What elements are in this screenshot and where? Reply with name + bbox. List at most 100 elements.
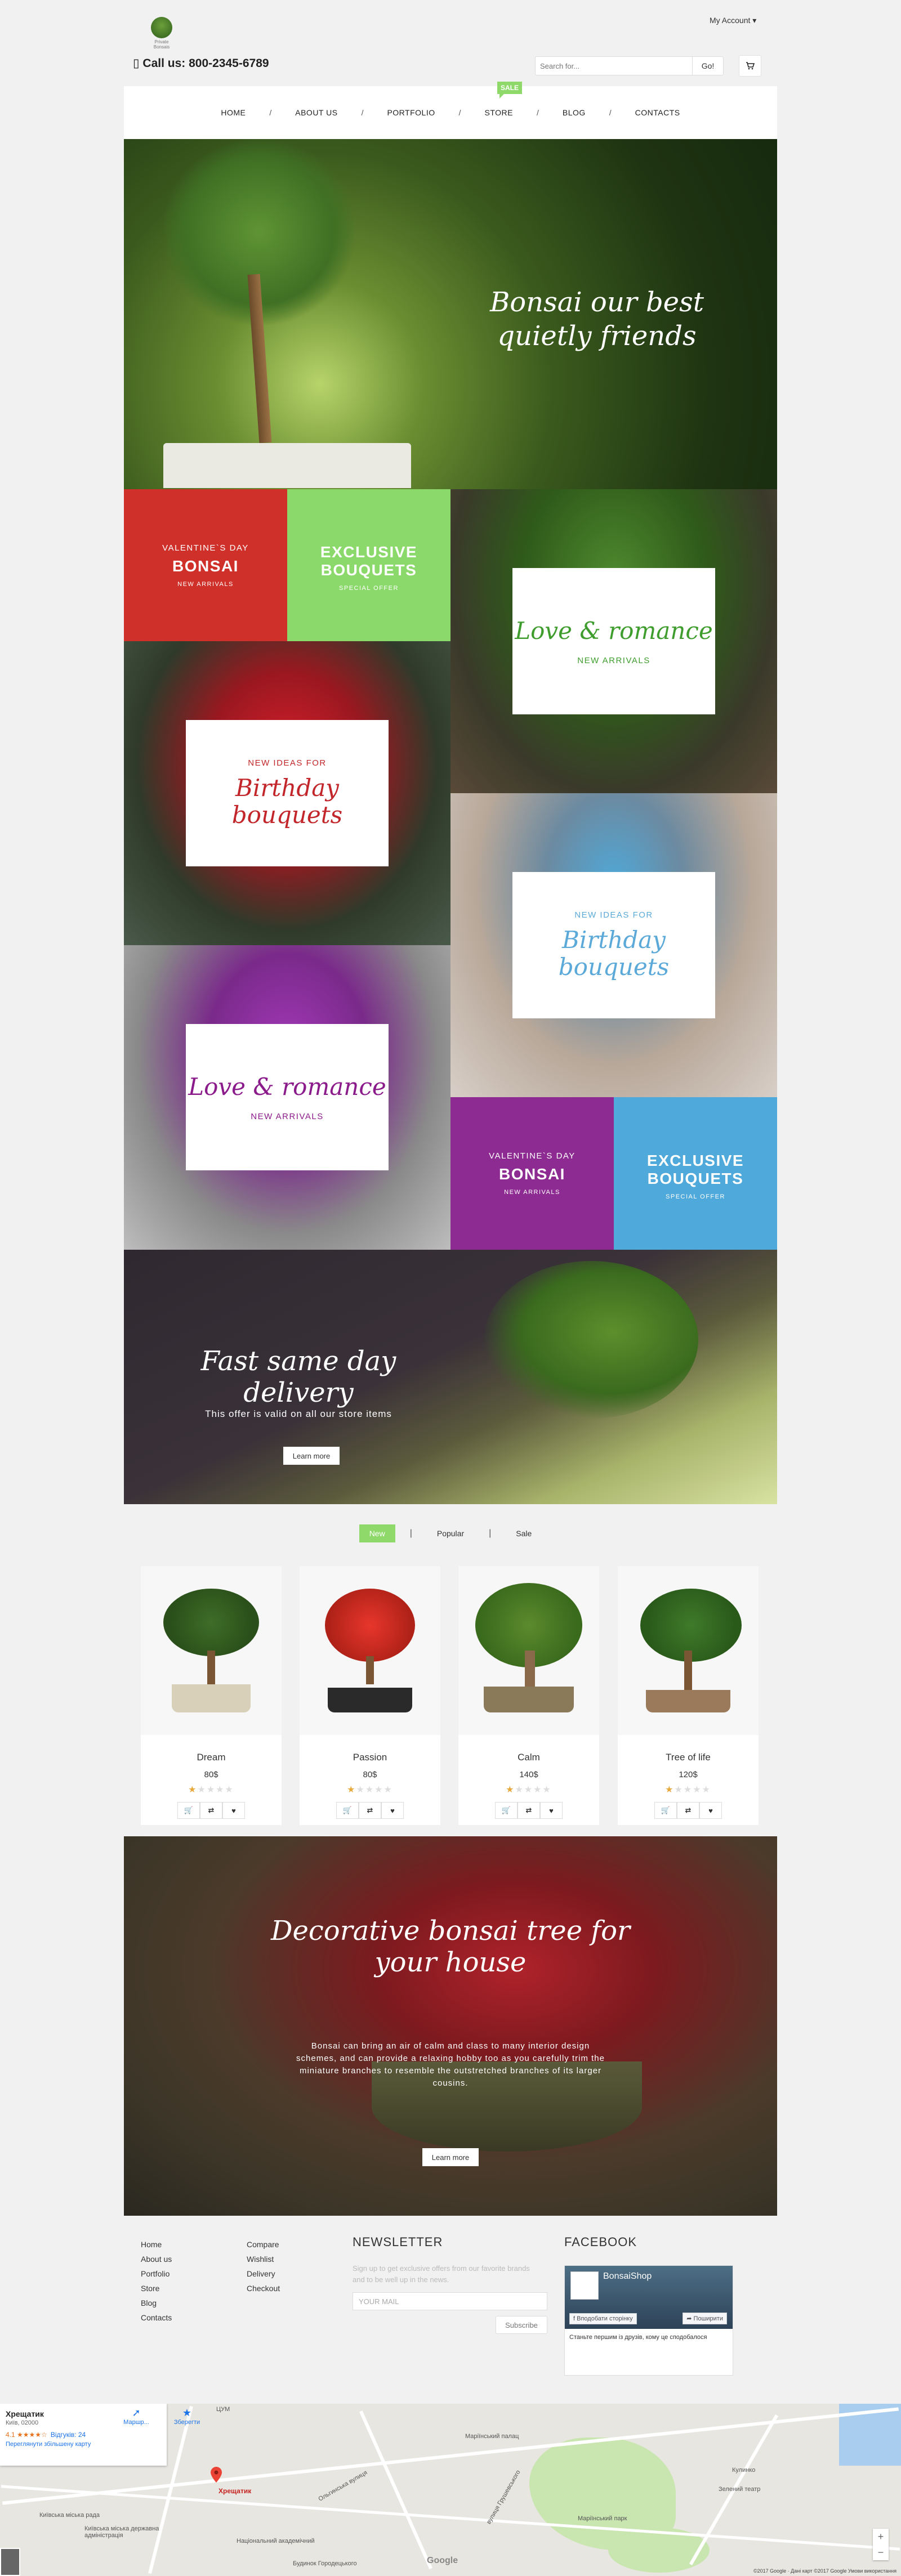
cart-icon: 🛒: [184, 1806, 194, 1814]
tab-sale[interactable]: Sale: [506, 1524, 542, 1542]
map-label: Національний академічний: [237, 2538, 315, 2544]
newsletter-text: Sign up to get exclusive offers from our…: [353, 2264, 530, 2284]
star-icon: ★: [347, 1785, 356, 1795]
wishlist-button[interactable]: ♥: [699, 1802, 722, 1819]
product-name[interactable]: Calm: [458, 1752, 599, 1763]
zoom-out-button[interactable]: −: [873, 2544, 889, 2560]
share-icon: ➦: [686, 2315, 692, 2322]
save-place-button[interactable]: ★ Зберегти: [170, 2407, 204, 2426]
product-card[interactable]: Passion 80$ ★★★★★ 🛒 ⇄ ♥: [300, 1566, 440, 1825]
map-attribution[interactable]: ©2017 Google · Дані карт ©2017 Google Ум…: [753, 2568, 896, 2574]
plant-crown: [163, 1589, 259, 1656]
tile-birthday-blue[interactable]: NEW IDEAS FOR Birthday bouquets: [450, 793, 777, 1097]
add-to-cart-button[interactable]: 🛒: [495, 1802, 518, 1819]
star-icon: ★: [665, 1785, 675, 1795]
product-name[interactable]: Tree of life: [618, 1752, 759, 1763]
directions-label: Маршр...: [123, 2419, 149, 2426]
product-image[interactable]: [300, 1566, 440, 1735]
tab-new[interactable]: New: [359, 1524, 395, 1542]
tile-card-sub: NEW ARRIVALS: [577, 655, 650, 665]
subscribe-button[interactable]: Subscribe: [496, 2316, 547, 2334]
product-image[interactable]: [618, 1566, 759, 1735]
product-image[interactable]: [458, 1566, 599, 1735]
search-go-button[interactable]: Go!: [692, 57, 723, 75]
tab-popular[interactable]: Popular: [427, 1524, 474, 1542]
tile-card-title: Love & romance: [188, 1072, 386, 1101]
facebook-widget[interactable]: BonsaiShop f Вподобати сторінку ➦ Пошири…: [564, 2265, 733, 2376]
footer-link-checkout[interactable]: Checkout: [247, 2281, 280, 2296]
tile-card: NEW IDEAS FOR Birthday bouquets: [186, 720, 389, 866]
product-card[interactable]: Dream 80$ ★★★★★ 🛒 ⇄ ♥: [141, 1566, 282, 1825]
compare-icon: ⇄: [367, 1806, 373, 1814]
nav-store[interactable]: STORE: [481, 108, 516, 117]
footer-link-wishlist[interactable]: Wishlist: [247, 2252, 280, 2266]
footer-link-store[interactable]: Store: [141, 2281, 172, 2296]
product-image[interactable]: [141, 1566, 282, 1735]
add-to-cart-button[interactable]: 🛒: [177, 1802, 200, 1819]
tab-separator: |: [489, 1528, 492, 1538]
tile-love-green[interactable]: Love & romance NEW ARRIVALS: [450, 489, 777, 793]
google-map[interactable]: Маріїнський палац Кулинко Зелений театр …: [0, 2404, 901, 2576]
footer-link-home[interactable]: Home: [141, 2237, 172, 2252]
map-satellite-thumbnail[interactable]: [0, 2548, 20, 2576]
footer-link-delivery[interactable]: Delivery: [247, 2266, 280, 2281]
compare-button[interactable]: ⇄: [677, 1802, 699, 1819]
wishlist-button[interactable]: ♥: [381, 1802, 404, 1819]
decorative-learn-more-button[interactable]: Learn more: [422, 2148, 479, 2166]
nav-separator: /: [361, 108, 364, 117]
directions-button[interactable]: ➚ Маршр...: [119, 2407, 153, 2426]
hero-title: Bonsai our best quietly friends: [489, 287, 704, 352]
delivery-learn-more-button[interactable]: Learn more: [283, 1447, 340, 1465]
tile-valentines-purple[interactable]: VALENTINE`S DAY BONSAI NEW ARRIVALS: [450, 1097, 614, 1250]
nav-home[interactable]: HOME: [217, 108, 249, 117]
tile-love-purple[interactable]: Love & romance NEW ARRIVALS: [124, 945, 450, 1250]
product-name[interactable]: Dream: [141, 1752, 282, 1763]
compare-button[interactable]: ⇄: [200, 1802, 222, 1819]
footer-link-contacts[interactable]: Contacts: [141, 2310, 172, 2325]
fb-share-button[interactable]: ➦ Поширити: [683, 2313, 727, 2324]
nav-about-us[interactable]: ABOUT US: [292, 108, 341, 117]
add-to-cart-button[interactable]: 🛒: [654, 1802, 677, 1819]
site-logo[interactable]: Private Bonsais: [148, 17, 176, 50]
footer-links-shop: Compare Wishlist Delivery Checkout: [247, 2237, 280, 2296]
nav-contacts[interactable]: CONTACTS: [632, 108, 684, 117]
wishlist-button[interactable]: ♥: [540, 1802, 563, 1819]
nav-portfolio[interactable]: PORTFOLIO: [383, 108, 438, 117]
hero-bonsai-pot: [163, 443, 411, 488]
tile-valentines-red[interactable]: VALENTINE`S DAY BONSAI NEW ARRIVALS: [124, 489, 287, 641]
tile-sub: SPECIAL OFFER: [666, 1193, 725, 1200]
tile-birthday-red[interactable]: NEW IDEAS FOR Birthday bouquets: [124, 641, 450, 945]
product-price: 80$: [204, 1770, 218, 1779]
fb-page-name[interactable]: BonsaiShop: [603, 2271, 652, 2282]
cart-icon: 🛒: [342, 1806, 353, 1814]
product-card[interactable]: Calm 140$ ★★★★★ 🛒 ⇄ ♥: [458, 1566, 599, 1825]
compare-button[interactable]: ⇄: [518, 1802, 540, 1819]
map-pin-icon[interactable]: [211, 2467, 222, 2483]
zoom-in-button[interactable]: +: [873, 2529, 889, 2544]
place-reviews-link[interactable]: Відгуків: 24: [51, 2431, 86, 2439]
tile-title: BONSAI: [172, 557, 239, 575]
product-card[interactable]: Tree of life 120$ ★★★★★ 🛒 ⇄ ♥: [618, 1566, 759, 1825]
footer-link-compare[interactable]: Compare: [247, 2237, 280, 2252]
nav-separator: /: [269, 108, 272, 117]
fb-like-button[interactable]: f Вподобати сторінку: [569, 2313, 637, 2324]
footer-link-blog[interactable]: Blog: [141, 2296, 172, 2310]
tile-exclusive-blue[interactable]: EXCLUSIVE BOUQUETS SPECIAL OFFER: [614, 1097, 777, 1250]
cart-button[interactable]: [739, 55, 761, 77]
tile-exclusive-green[interactable]: EXCLUSIVE BOUQUETS SPECIAL OFFER: [287, 489, 450, 641]
wishlist-button[interactable]: ♥: [222, 1802, 245, 1819]
footer-link-portfolio[interactable]: Portfolio: [141, 2266, 172, 2281]
map-road: [1, 2485, 900, 2551]
newsletter-email-input[interactable]: YOUR MAIL: [353, 2292, 547, 2310]
add-to-cart-button[interactable]: 🛒: [336, 1802, 359, 1819]
view-larger-map-link[interactable]: Переглянути збільшену карту: [6, 2441, 161, 2448]
product-name[interactable]: Passion: [300, 1752, 440, 1763]
compare-button[interactable]: ⇄: [359, 1802, 381, 1819]
nav-blog[interactable]: BLOG: [559, 108, 589, 117]
my-account-dropdown[interactable]: My Account ▾: [710, 16, 756, 25]
fb-description: Станьте першим із друзів, кому це сподоб…: [569, 2334, 707, 2341]
search-input[interactable]: [536, 57, 688, 75]
save-label: Зберегти: [173, 2419, 200, 2426]
tab-separator: |: [409, 1528, 412, 1538]
footer-link-about-us[interactable]: About us: [141, 2252, 172, 2266]
